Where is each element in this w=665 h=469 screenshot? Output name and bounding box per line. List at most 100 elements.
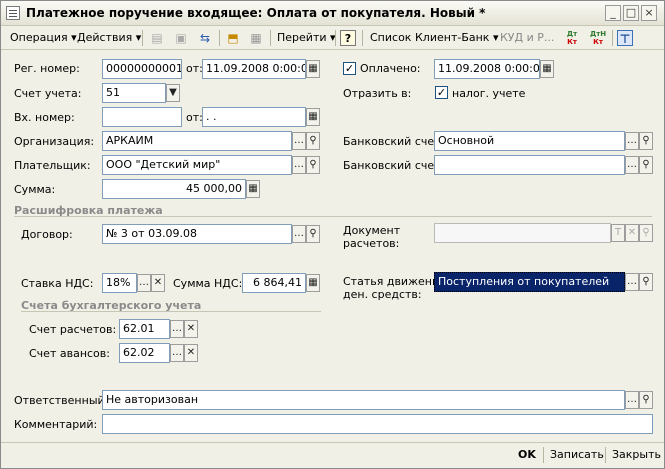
operation-menu[interactable]: Операция ▾: [10, 30, 77, 46]
magnifier-icon[interactable]: ⚲: [639, 132, 653, 150]
comment-field[interactable]: [102, 414, 653, 434]
list-button[interactable]: Список: [370, 30, 411, 46]
magnifier-icon[interactable]: ⚲: [306, 156, 320, 174]
responsible-field[interactable]: Не авторизован: [102, 390, 625, 410]
vat-rate-label: Ставка НДС:: [21, 277, 94, 290]
post-document-icon[interactable]: ⬒: [225, 30, 241, 46]
ellipsis-icon[interactable]: …: [292, 156, 306, 174]
magnifier-icon[interactable]: ⚲: [639, 391, 653, 409]
sum-field[interactable]: 45 000,00: [102, 179, 246, 199]
settlement-doc-label-line1: Документ: [343, 224, 401, 237]
organization-field[interactable]: АРКАИМ: [102, 131, 292, 151]
title-bar: Платежное поручение входящее: Оплата от …: [1, 1, 664, 26]
chevron-down-icon[interactable]: ▼: [166, 84, 180, 102]
magnifier-icon[interactable]: ⚲: [639, 224, 653, 242]
magnifier-icon[interactable]: ⚲: [306, 225, 320, 243]
in-number-label: Вх. номер:: [14, 111, 75, 124]
vat-sum-field[interactable]: 6 864,41: [242, 273, 306, 293]
save-button[interactable]: Записать: [550, 448, 604, 461]
vat-sum-label: Сумма НДС:: [173, 277, 243, 290]
reg-date-field[interactable]: 11.09.2008 0:00:00: [202, 59, 306, 79]
toolbar-separator: [219, 30, 220, 46]
calendar-icon[interactable]: ▦: [540, 60, 554, 78]
actions-menu[interactable]: Действия ▾: [77, 30, 141, 46]
in-number-field[interactable]: [102, 107, 182, 127]
toolbar-separator: [270, 30, 271, 46]
window-title: Платежное поручение входящее: Оплата от …: [26, 6, 486, 20]
sum-label: Сумма:: [14, 183, 56, 196]
organization-label: Организация:: [14, 135, 95, 148]
tax-accounting-checkbox[interactable]: ✓: [435, 86, 448, 99]
magnifier-icon[interactable]: ⚲: [639, 156, 653, 174]
account-label: Счет учета:: [14, 87, 82, 100]
ellipsis-icon[interactable]: …: [292, 225, 306, 243]
copy-icon[interactable]: ▤: [149, 30, 165, 46]
ellipsis-icon[interactable]: …: [625, 391, 639, 409]
tax-accounting-label: налог. учете: [452, 87, 526, 100]
in-date-field[interactable]: . .: [202, 107, 306, 127]
settlement-doc-label-line2: расчетов:: [343, 237, 400, 250]
calendar-icon[interactable]: ▦: [306, 108, 320, 126]
toolbar-separator: [335, 30, 336, 46]
close-button[interactable]: Закрыть: [612, 448, 661, 461]
kudir-button[interactable]: КУД и Р...: [500, 30, 554, 46]
clear-x-icon[interactable]: ✕: [151, 274, 165, 292]
contract-field[interactable]: № 3 от 03.09.08: [102, 224, 292, 244]
magnifier-icon[interactable]: ⚲: [306, 132, 320, 150]
ellipsis-icon[interactable]: …: [625, 273, 639, 291]
clear-x-icon[interactable]: ✕: [184, 344, 198, 362]
in-date-from-label: от:: [186, 111, 203, 124]
ellipsis-icon[interactable]: …: [625, 132, 639, 150]
settlement-doc-field[interactable]: [434, 223, 611, 243]
paid-checkbox[interactable]: ✓: [343, 62, 356, 75]
ok-button[interactable]: OK: [518, 448, 536, 461]
ellipsis-icon[interactable]: …: [170, 344, 184, 362]
reflect-label: Отразить в:: [343, 87, 412, 100]
calculator-icon[interactable]: ▦: [246, 180, 260, 198]
calculator-icon[interactable]: ▦: [306, 274, 320, 292]
bank-client-label: Клиент-Банк: [415, 31, 490, 44]
reg-number-field[interactable]: 00000000001: [102, 59, 182, 79]
ellipsis-icon[interactable]: …: [137, 274, 151, 292]
cashflow-field[interactable]: Поступления от покупателей: [434, 272, 625, 292]
magnifier-icon[interactable]: ⚲: [639, 273, 653, 291]
toolbar-separator: [362, 30, 363, 46]
section-divider: [14, 216, 652, 217]
toolbar-separator: [612, 30, 613, 46]
payer-field[interactable]: ООО "Детский мир": [102, 155, 292, 175]
dt-kt-icon[interactable]: Дт Кт: [564, 30, 580, 46]
cashflow-label-line2: ден. средств:: [343, 288, 422, 301]
payer-label: Плательщик:: [14, 159, 91, 172]
close-icon[interactable]: ×: [641, 5, 657, 21]
paid-date-field[interactable]: 11.09.2008 0:00:00: [434, 59, 540, 79]
cashflow-label-line1: Статья движения: [343, 275, 446, 288]
dtn-kt-icon[interactable]: ДтН Кт: [590, 30, 606, 46]
refresh-icon[interactable]: ⇆: [197, 30, 213, 46]
vat-rate-field[interactable]: 18%: [102, 273, 137, 293]
advance-account-field[interactable]: 62.02: [119, 343, 170, 363]
goto-menu[interactable]: Перейти ▾: [277, 30, 336, 46]
structure-icon[interactable]: ⊤: [617, 30, 633, 46]
minimize-icon[interactable]: _: [605, 5, 621, 21]
clear-x-icon[interactable]: ✕: [625, 224, 639, 242]
bottom-button-bar: OK Записать Закрыть: [1, 442, 664, 468]
actions-menu-label: Действия: [77, 31, 133, 44]
clear-x-icon[interactable]: ✕: [184, 320, 198, 338]
bank-account-field[interactable]: Основной: [434, 131, 625, 151]
account-field[interactable]: 51: [102, 83, 166, 103]
settlement-account-field[interactable]: 62.01: [119, 319, 170, 339]
edit-icon[interactable]: ▣: [173, 30, 189, 46]
payer-bank-account-field[interactable]: [434, 155, 625, 175]
help-button[interactable]: ?: [340, 30, 356, 46]
paid-label: Оплачено:: [360, 62, 421, 75]
maximize-icon[interactable]: □: [623, 5, 639, 21]
ellipsis-icon[interactable]: …: [292, 132, 306, 150]
ellipsis-icon[interactable]: …: [625, 156, 639, 174]
type-select-button[interactable]: T: [611, 224, 625, 242]
calendar-icon[interactable]: ▦: [306, 60, 320, 78]
unpost-icon[interactable]: ▦: [248, 30, 264, 46]
toolbar: Операция ▾ Действия ▾ ▤ ▣ ⇆ ⬒ ▦ Перейти …: [1, 26, 664, 50]
bank-client-menu[interactable]: Клиент-Банк ▾: [415, 30, 498, 46]
button-separator: [543, 447, 544, 463]
ellipsis-icon[interactable]: …: [170, 320, 184, 338]
